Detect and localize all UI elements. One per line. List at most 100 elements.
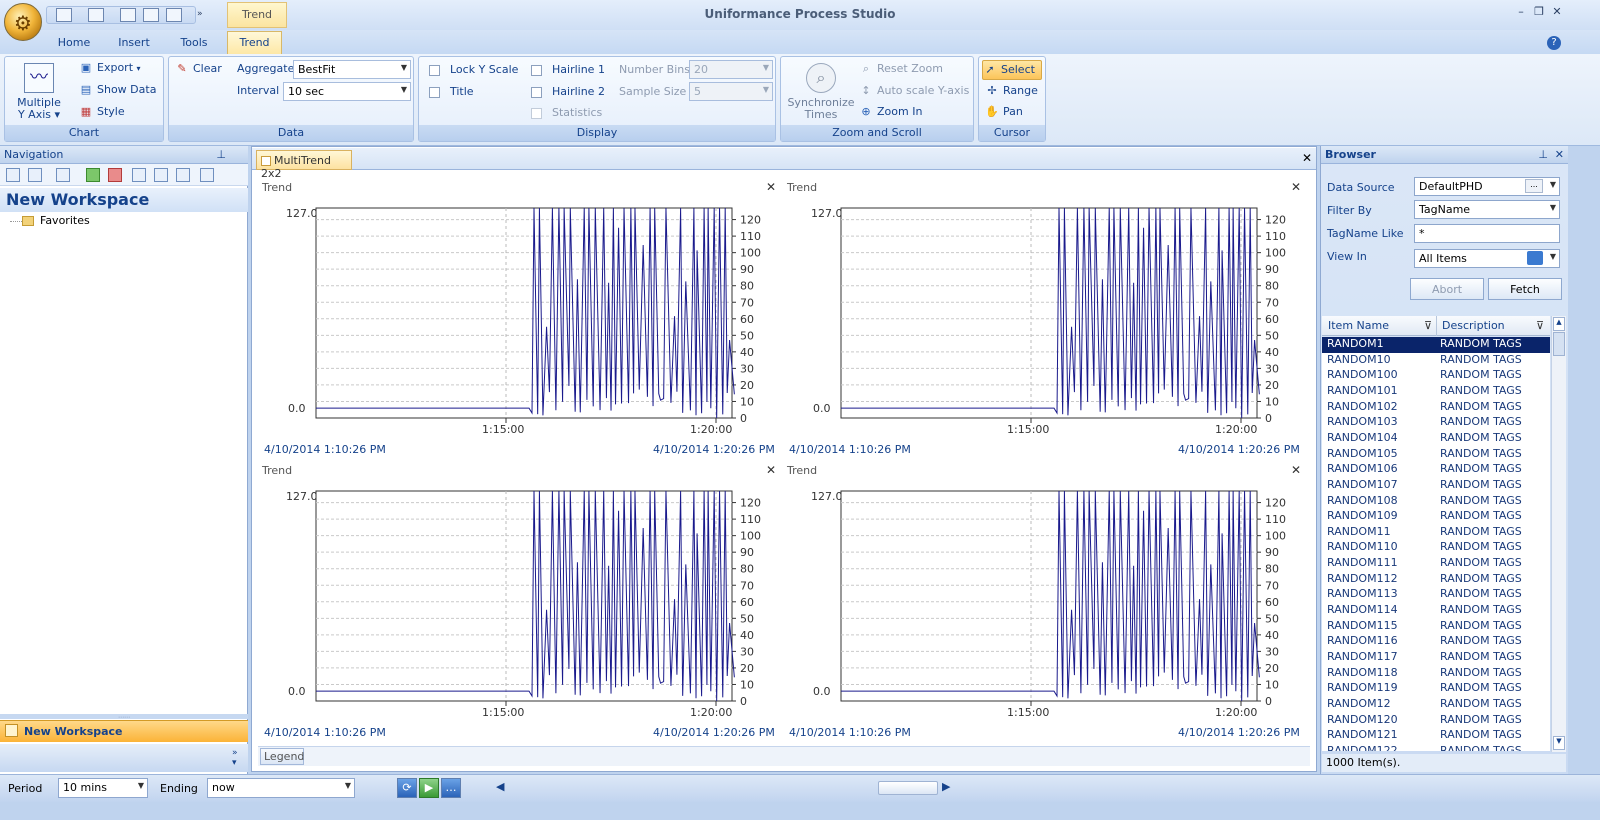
view-in-select[interactable]: All Items ▼ (1414, 249, 1560, 268)
pin-icon[interactable]: ⊥ (216, 148, 226, 161)
data-source-field[interactable]: DefaultPHD... ▼ (1414, 177, 1560, 196)
close-chart-icon[interactable]: ✕ (766, 463, 776, 477)
trend-plot[interactable]: 1201101009080706050403020100 (314, 490, 784, 710)
scroll-thumb[interactable] (1553, 332, 1565, 356)
nav-open-icon[interactable] (154, 168, 168, 182)
list-item[interactable]: RANDOM10 RANDOM TAGS (1322, 353, 1550, 369)
time-scroll-thumb[interactable] (878, 781, 938, 795)
trend-chart[interactable]: Trend ✕ 127.0 0.0 1:15:00 1:20:00 4/10/2… (783, 180, 1307, 458)
trend-plot[interactable]: 1201101009080706050403020100 (839, 207, 1309, 427)
synchronize-times-button[interactable]: ⌕ Synchronize Times (787, 61, 855, 123)
close-document-icon[interactable]: ✕ (1302, 151, 1312, 165)
nav-window-icon[interactable] (28, 168, 42, 182)
zoom-in-button[interactable]: ⊕ Zoom In (859, 105, 922, 123)
hairline2-checkbox[interactable]: Hairline 2 (531, 85, 605, 103)
nav-list-icon[interactable] (200, 168, 214, 182)
scroll-up-icon[interactable]: ▲ (1553, 317, 1565, 331)
nav-refresh-icon[interactable] (132, 168, 146, 182)
list-item[interactable]: RANDOM114 RANDOM TAGS (1322, 603, 1550, 619)
list-item[interactable]: RANDOM113 RANDOM TAGS (1322, 587, 1550, 603)
play-icon[interactable]: ▶ (419, 778, 439, 798)
panel-splitter[interactable]: ⋯⋯ (0, 714, 248, 721)
list-item[interactable]: RANDOM117 RANDOM TAGS (1322, 650, 1550, 666)
close-chart-icon[interactable]: ✕ (1291, 180, 1301, 194)
list-item[interactable]: RANDOM100 RANDOM TAGS (1322, 368, 1550, 384)
trend-chart[interactable]: Trend ✕ 127.0 0.0 1:15:00 1:20:00 4/10/2… (783, 463, 1307, 741)
filter-icon[interactable]: ⊽ (1424, 319, 1432, 332)
browse-ellipsis-icon[interactable]: ... (1525, 179, 1543, 193)
column-description[interactable]: Description (1442, 319, 1505, 332)
list-item[interactable]: RANDOM116 RANDOM TAGS (1322, 634, 1550, 650)
lock-y-scale-checkbox[interactable]: Lock Y Scale (429, 63, 518, 81)
list-item[interactable]: RANDOM107 RANDOM TAGS (1322, 478, 1550, 494)
minimize-icon[interactable]: – (1514, 5, 1528, 18)
title-checkbox[interactable]: Title (429, 85, 474, 103)
column-item-name[interactable]: Item Name (1328, 319, 1389, 332)
export-button[interactable]: ▣ Export ▾ (79, 61, 141, 79)
nav-add-icon[interactable] (86, 168, 100, 182)
list-item[interactable]: RANDOM102 RANDOM TAGS (1322, 400, 1550, 416)
close-chart-icon[interactable]: ✕ (766, 180, 776, 194)
list-item[interactable]: RANDOM108 RANDOM TAGS (1322, 494, 1550, 510)
statistics-checkbox[interactable]: Statistics (531, 106, 602, 124)
list-item[interactable]: RANDOM104 RANDOM TAGS (1322, 431, 1550, 447)
tree-item-favorites[interactable]: Favorites (40, 214, 90, 227)
number-bins-select[interactable]: 20 ▼ (689, 60, 773, 79)
scroll-left-icon[interactable]: ◀ (496, 780, 504, 793)
restore-icon[interactable]: ❐ (1532, 5, 1546, 18)
close-panel-icon[interactable]: ✕ (1555, 148, 1564, 161)
trend-plot[interactable]: 1201101009080706050403020100 (839, 490, 1309, 710)
list-item[interactable]: RANDOM122 RANDOM TAGS (1322, 744, 1550, 751)
pan-cursor-button[interactable]: ✋ Pan (985, 105, 1023, 123)
list-item[interactable]: RANDOM119 RANDOM TAGS (1322, 681, 1550, 697)
hairline1-checkbox[interactable]: Hairline 1 (531, 63, 605, 81)
list-item[interactable]: RANDOM115 RANDOM TAGS (1322, 619, 1550, 635)
pin-icon[interactable]: ⊥ (1538, 148, 1548, 161)
application-orb-button[interactable]: ⚙ (4, 3, 42, 41)
nav-new-window-icon[interactable] (6, 168, 20, 182)
refresh-icon[interactable]: ⟳ (397, 778, 417, 798)
more-options-icon[interactable]: … (441, 778, 461, 798)
tab-tools[interactable]: Tools (166, 36, 222, 54)
nav-delete-icon[interactable] (108, 168, 122, 182)
ending-select[interactable]: now ▼ (207, 778, 355, 798)
time-scrollbar[interactable]: ◀ ▶ (494, 780, 954, 796)
period-select[interactable]: 10 mins ▼ (58, 778, 148, 798)
nav-bottom-workspace[interactable]: New Workspace (0, 720, 248, 742)
select-cursor-button[interactable]: ➚ Select (982, 60, 1042, 80)
interval-select[interactable]: 10 sec ▼ (283, 82, 411, 101)
list-item[interactable]: RANDOM110 RANDOM TAGS (1322, 540, 1550, 556)
style-button[interactable]: ▦ Style (79, 105, 125, 123)
help-icon[interactable]: ? (1547, 36, 1561, 50)
list-item[interactable]: RANDOM12 RANDOM TAGS (1322, 697, 1550, 713)
list-item[interactable]: RANDOM106 RANDOM TAGS (1322, 462, 1550, 478)
clear-button[interactable]: ✎ Clear (175, 62, 221, 80)
sample-size-select[interactable]: 5 ▼ (689, 82, 773, 101)
expand-chevron-icon[interactable]: » ▾ (232, 748, 238, 768)
legend-button[interactable]: Legend (260, 748, 304, 765)
filter-icon[interactable]: ⊽ (1536, 319, 1544, 332)
reset-zoom-button[interactable]: ⌕ Reset Zoom (859, 62, 943, 80)
trend-chart[interactable]: Trend ✕ 127.0 0.0 1:15:00 1:20:00 4/10/2… (258, 463, 782, 741)
nav-save-icon[interactable] (176, 168, 190, 182)
refresh-view-icon[interactable] (1527, 251, 1543, 265)
range-cursor-button[interactable]: ✢ Range (985, 84, 1037, 102)
list-item[interactable]: RANDOM111 RANDOM TAGS (1322, 556, 1550, 572)
abort-button[interactable]: Abort (1410, 278, 1484, 300)
list-item[interactable]: RANDOM112 RANDOM TAGS (1322, 572, 1550, 588)
nav-copy-icon[interactable] (56, 168, 70, 182)
scroll-down-icon[interactable]: ▼ (1553, 736, 1565, 750)
list-item[interactable]: RANDOM118 RANDOM TAGS (1322, 666, 1550, 682)
list-item[interactable]: RANDOM120 RANDOM TAGS (1322, 713, 1550, 729)
list-item[interactable]: RANDOM109 RANDOM TAGS (1322, 509, 1550, 525)
trend-plot[interactable]: 1201101009080706050403020100 (314, 207, 784, 427)
item-list-scrollbar[interactable]: ▲ ▼ (1551, 316, 1566, 752)
multiple-y-axis-button[interactable]: 〰 Multiple Y Axis ▾ (11, 61, 67, 123)
filter-by-select[interactable]: TagName ▼ (1414, 200, 1560, 219)
show-data-button[interactable]: ▤ Show Data (79, 83, 157, 101)
list-item[interactable]: RANDOM101 RANDOM TAGS (1322, 384, 1550, 400)
trend-chart[interactable]: Trend ✕ 127.0 0.0 1:15:00 1:20:00 4/10/2… (258, 180, 782, 458)
scroll-right-icon[interactable]: ▶ (942, 780, 950, 793)
tab-insert[interactable]: Insert (106, 36, 162, 54)
tab-multitrend[interactable]: MultiTrend 2x2 (256, 150, 352, 180)
